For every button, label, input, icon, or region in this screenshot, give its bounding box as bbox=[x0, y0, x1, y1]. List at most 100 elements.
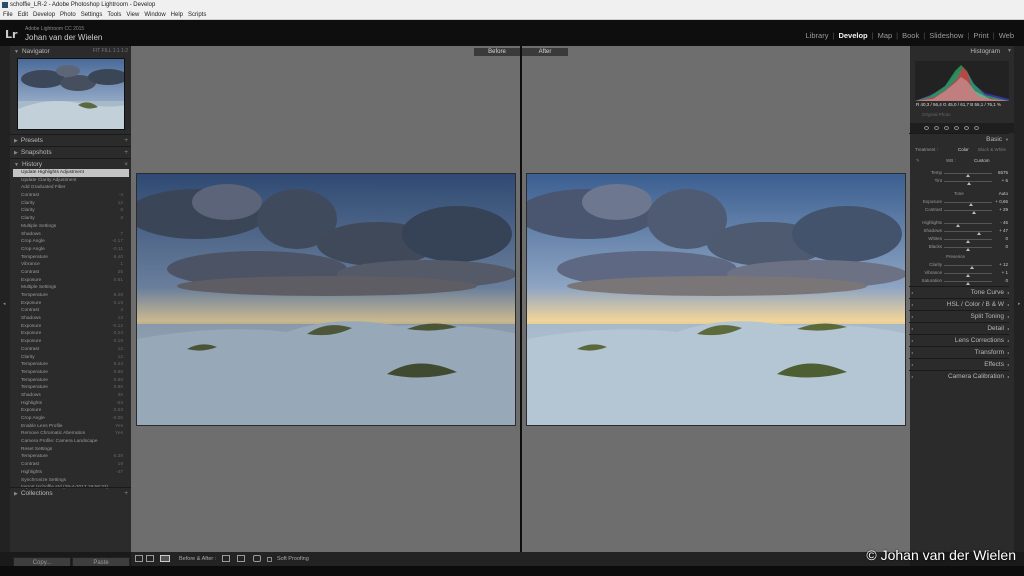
menu-item-scripts[interactable]: Scripts bbox=[188, 12, 206, 18]
menu-item-develop[interactable]: Develop bbox=[33, 12, 55, 18]
collections-header[interactable]: ▶ Collections + bbox=[10, 487, 131, 498]
slider-saturation[interactable]: Saturation 0 bbox=[910, 278, 1014, 285]
history-item[interactable]: Camera Profile: Camera Landscape bbox=[13, 438, 129, 446]
presets-header[interactable]: ▶ Presets + bbox=[10, 134, 131, 145]
before-photo[interactable] bbox=[136, 173, 516, 426]
history-item[interactable]: Update Highlights Adjustment bbox=[13, 169, 129, 177]
soft-proofing-checkbox[interactable] bbox=[267, 557, 272, 562]
history-item[interactable]: Shadows 13 bbox=[13, 315, 129, 323]
graduated-filter-icon[interactable] bbox=[954, 126, 959, 130]
add-preset-icon[interactable]: + bbox=[124, 135, 128, 146]
copy-before-settings-icon[interactable] bbox=[237, 555, 245, 562]
history-item[interactable]: Exposure 0.24 bbox=[13, 330, 129, 338]
menu-item-view[interactable]: View bbox=[126, 12, 139, 18]
menu-item-edit[interactable]: Edit bbox=[18, 12, 28, 18]
slider-value[interactable]: 0 bbox=[1005, 236, 1008, 242]
after-photo[interactable] bbox=[526, 173, 906, 426]
slider-highlights[interactable]: Highlights - 45 bbox=[910, 220, 1014, 227]
slider-clarity[interactable]: Clarity + 12 bbox=[910, 262, 1014, 269]
history-item[interactable]: Temperature 6.44 bbox=[13, 361, 129, 369]
slider-knob[interactable] bbox=[956, 224, 961, 227]
histogram-header[interactable]: Histogram ▼ bbox=[910, 46, 1014, 57]
slider-knob[interactable] bbox=[966, 248, 970, 251]
histogram-chart[interactable] bbox=[915, 61, 1009, 101]
module-slideshow[interactable]: Slideshow bbox=[929, 31, 963, 40]
menu-item-file[interactable]: File bbox=[3, 12, 13, 18]
slider-value[interactable]: 6575 bbox=[998, 170, 1008, 176]
module-book[interactable]: Book bbox=[902, 31, 919, 40]
slider-shadows[interactable]: Shadows + 47 bbox=[910, 228, 1014, 235]
wb-eyedropper-icon[interactable]: ✎ bbox=[916, 158, 920, 164]
detail-header[interactable]: ◂ Detail ◂ bbox=[909, 322, 1009, 334]
module-library[interactable]: Library bbox=[806, 31, 829, 40]
history-item[interactable]: Highlights -53 bbox=[13, 400, 129, 408]
history-item[interactable]: Clarity 3 bbox=[13, 215, 129, 223]
navigator-header[interactable]: ▼ Navigator FIT FILL 1:1 1:2 bbox=[10, 46, 131, 57]
history-item[interactable]: Clarity 12 bbox=[13, 354, 129, 362]
slider-value[interactable]: - 45 bbox=[1000, 220, 1008, 226]
history-item[interactable]: Remove Chromatic Aberration Yes bbox=[13, 430, 129, 438]
slider-blacks[interactable]: Blacks 0 bbox=[910, 244, 1014, 251]
history-item[interactable]: Temperature 5.98 bbox=[13, 369, 129, 377]
slider-track[interactable] bbox=[944, 223, 992, 227]
menu-item-window[interactable]: Window bbox=[144, 12, 165, 18]
menu-item-settings[interactable]: Settings bbox=[81, 12, 103, 18]
history-item[interactable]: Highlights -47 bbox=[13, 469, 129, 477]
history-item[interactable]: Exposure 0.19 bbox=[13, 338, 129, 346]
slider-knob[interactable] bbox=[969, 266, 974, 269]
slider-temp[interactable]: Temp 6575 bbox=[910, 170, 1014, 177]
slider-knob[interactable] bbox=[976, 232, 981, 235]
history-item[interactable]: Temperature 6.40 bbox=[13, 254, 129, 262]
slider-track[interactable] bbox=[944, 210, 992, 214]
slider-track[interactable] bbox=[944, 273, 992, 277]
module-web[interactable]: Web bbox=[999, 31, 1014, 40]
slider-track[interactable] bbox=[944, 265, 992, 269]
split-toning-header[interactable]: ◂ Split Toning ◂ bbox=[909, 310, 1009, 322]
slider-value[interactable]: + 6 bbox=[1002, 178, 1008, 184]
swap-before-after-icon[interactable] bbox=[222, 555, 230, 562]
before-after-view-icon[interactable] bbox=[160, 555, 170, 562]
loupe-view-icon[interactable] bbox=[135, 555, 143, 562]
add-snapshot-icon[interactable]: + bbox=[124, 147, 128, 158]
slider-vibrance[interactable]: Vibrance + 1 bbox=[910, 270, 1014, 277]
menu-item-photo[interactable]: Photo bbox=[60, 12, 76, 18]
slider-value[interactable]: 0 bbox=[1005, 278, 1008, 284]
history-item[interactable]: Contrast 25 bbox=[13, 269, 129, 277]
history-item[interactable]: Temperature 6.48 bbox=[13, 292, 129, 300]
slider-value[interactable]: + 12 bbox=[999, 262, 1008, 268]
radial-filter-icon[interactable] bbox=[964, 126, 969, 130]
history-item[interactable]: Temperature 5.88 bbox=[13, 377, 129, 385]
history-item[interactable]: Contrast 19 bbox=[13, 461, 129, 469]
grid-view-icon[interactable] bbox=[146, 555, 154, 562]
right-panel-toggle[interactable]: ▸ bbox=[1014, 46, 1024, 552]
treatment-bw-option[interactable]: Black & White bbox=[978, 147, 1006, 153]
history-item[interactable]: Clarity 8 bbox=[13, 207, 129, 215]
copy-after-settings-icon[interactable] bbox=[253, 555, 261, 562]
slider-tint[interactable]: Tint + 6 bbox=[910, 178, 1014, 185]
slider-knob[interactable] bbox=[966, 274, 970, 277]
effects-header[interactable]: ◂ Effects ◂ bbox=[909, 358, 1009, 370]
slider-exposure[interactable]: Exposure + 0,65 bbox=[910, 199, 1014, 206]
red-eye-icon[interactable] bbox=[944, 126, 949, 130]
camera-calibration-header[interactable]: ◂ Camera Calibration ◂ bbox=[909, 370, 1009, 382]
slider-track[interactable] bbox=[944, 181, 992, 185]
history-item[interactable]: Crop Angle -0.11 bbox=[13, 246, 129, 254]
adjustment-brush-icon[interactable] bbox=[974, 126, 979, 130]
module-print[interactable]: Print bbox=[973, 31, 988, 40]
slider-value[interactable]: 0 bbox=[1005, 244, 1008, 250]
slider-value[interactable]: + 47 bbox=[999, 228, 1008, 234]
slider-whites[interactable]: Whites 0 bbox=[910, 236, 1014, 243]
snapshots-header[interactable]: ▶ Snapshots + bbox=[10, 146, 131, 157]
history-item[interactable]: Enable Lens Profile Yes bbox=[13, 423, 129, 431]
slider-track[interactable] bbox=[944, 231, 992, 235]
crop-tool-icon[interactable] bbox=[924, 126, 929, 130]
spot-removal-icon[interactable] bbox=[934, 126, 939, 130]
slider-contrast[interactable]: Contrast + 29 bbox=[910, 207, 1014, 214]
history-item[interactable]: Update Clarity Adjustment bbox=[13, 177, 129, 185]
hsl-header[interactable]: ◂ HSL / Color / B & W ◂ bbox=[909, 298, 1009, 310]
lens-corrections-header[interactable]: ◂ Lens Corrections ◂ bbox=[909, 334, 1009, 346]
slider-track[interactable] bbox=[944, 202, 992, 206]
transform-header[interactable]: ◂ Transform ◂ bbox=[909, 346, 1009, 358]
history-item[interactable]: Add Graduated Filter bbox=[13, 184, 129, 192]
slider-track[interactable] bbox=[944, 173, 992, 177]
